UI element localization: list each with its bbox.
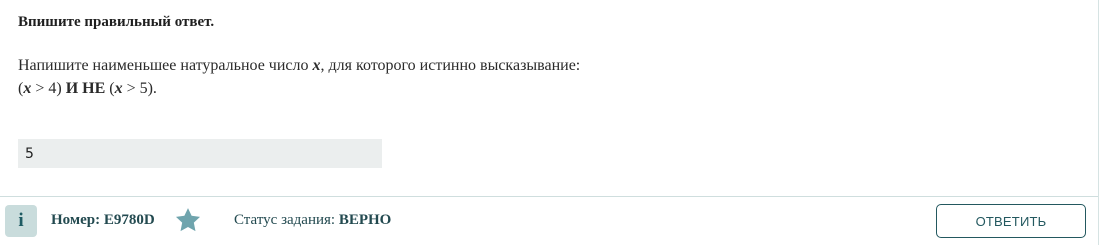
answer-input[interactable] [18, 139, 382, 168]
expression-condition-1: > 4) [31, 80, 66, 97]
info-button[interactable]: i [5, 205, 37, 237]
submit-button-label: ОТВЕТИТЬ [975, 213, 1047, 229]
expression-condition-2: > 5). [122, 80, 157, 97]
expression-mid: ( [105, 80, 115, 97]
task-status: Статус задания: ВЕРНО [234, 212, 391, 229]
question-text: Напишите наименьшее натуральное число [18, 57, 313, 74]
expression-operator: И НЕ [65, 80, 106, 97]
task-number: Номер: E9780D [51, 212, 155, 228]
task-card: Впишите правильный ответ. Напишите наиме… [0, 0, 1099, 245]
status-label: Статус задания: [234, 212, 339, 228]
expression-variable-2: x [114, 80, 123, 97]
task-question: Напишите наименьшее натуральное число x,… [18, 54, 580, 100]
submit-button[interactable]: ОТВЕТИТЬ [936, 204, 1086, 238]
info-icon: i [18, 210, 24, 231]
task-instruction: Впишите правильный ответ. [18, 14, 215, 30]
task-footer: i Номер: E9780D Статус задания: ВЕРНО ОТ… [0, 196, 1098, 245]
status-value: ВЕРНО [338, 212, 392, 228]
question-variable: x [312, 57, 321, 74]
question-text-tail: , для которого истинно высказывание: [320, 57, 581, 74]
star-icon[interactable] [174, 206, 202, 234]
